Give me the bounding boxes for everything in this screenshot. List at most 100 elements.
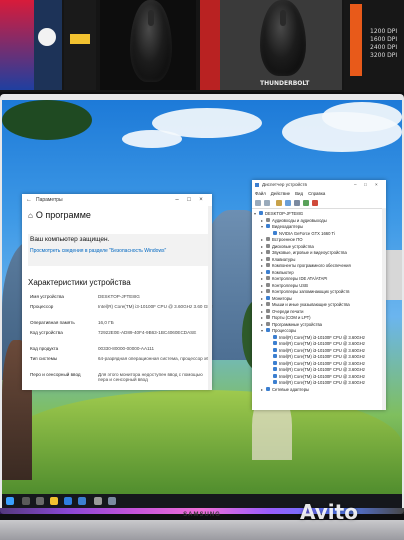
menu-file[interactable]: Файл bbox=[255, 191, 266, 196]
device-icon bbox=[266, 295, 270, 300]
device-label: DESKTOP-JFTE8IG bbox=[265, 211, 304, 216]
device-icon bbox=[266, 269, 270, 274]
device-icon bbox=[266, 386, 270, 391]
device-icon bbox=[266, 289, 270, 294]
device-icon bbox=[259, 211, 263, 216]
spec-value: 16,0 ГБ bbox=[98, 320, 114, 325]
device-label: Порты (COM и LPT) bbox=[272, 315, 311, 320]
device-icon bbox=[266, 276, 270, 281]
help-icon[interactable] bbox=[285, 200, 291, 206]
protection-panel: Ваш компьютер защищен. Просмотреть сведе… bbox=[28, 234, 212, 266]
device-icon bbox=[273, 354, 277, 359]
menu-action[interactable]: Действие bbox=[271, 191, 290, 196]
spec-key: Перо и сенсорный ввод bbox=[30, 372, 81, 377]
menu-help[interactable]: Справка bbox=[308, 191, 325, 196]
mouse-display-1 bbox=[100, 0, 196, 90]
maximize-button[interactable]: □ bbox=[364, 180, 367, 190]
start-button-icon[interactable] bbox=[6, 497, 14, 505]
edge-icon[interactable] bbox=[64, 497, 72, 505]
device-icon bbox=[273, 373, 277, 378]
device-label: Intel(R) Core(TM) i3-10100F CPU @ 3.60GH… bbox=[279, 341, 365, 346]
device-label: Intel(R) Core(TM) i3-10100F CPU @ 3.60GH… bbox=[279, 354, 365, 359]
device-label: Встроенное ПО bbox=[272, 237, 303, 242]
spec-key: Оперативная память bbox=[30, 320, 75, 325]
device-label: Видеоадаптеры bbox=[272, 224, 304, 229]
orange-stripe bbox=[350, 4, 362, 76]
spec-key: Процессор bbox=[30, 304, 54, 309]
device-icon bbox=[266, 308, 270, 313]
search-icon[interactable] bbox=[22, 497, 30, 505]
device-icon bbox=[273, 230, 277, 235]
device-label: Компьютер bbox=[272, 269, 294, 275]
device-label: Процессоры bbox=[272, 328, 297, 333]
cloud bbox=[122, 130, 182, 148]
device-icon bbox=[266, 256, 270, 261]
spec-key: Имя устройства bbox=[30, 294, 64, 299]
device-manager-title: Диспетчер устройств bbox=[262, 182, 307, 187]
file-explorer-icon[interactable] bbox=[50, 497, 58, 505]
settings-title: Параметры bbox=[36, 197, 63, 203]
device-icon bbox=[266, 217, 270, 222]
gaming-mouse-1 bbox=[130, 0, 172, 82]
security-link[interactable]: Просмотреть сведения в разделе "Безопасн… bbox=[30, 248, 180, 254]
device-tree: ▾ DESKTOP-JFTE8IG ▸ Аудиовходы и аудиовыход… bbox=[254, 211, 382, 393]
gaming-mouse-2 bbox=[260, 0, 306, 76]
back-icon[interactable] bbox=[255, 200, 261, 206]
device-icon bbox=[273, 334, 277, 339]
spec-key: Тип системы bbox=[30, 356, 58, 361]
mouse-box-right: 1200 DPI 1600 DPI 2400 DPI 3200 DPI bbox=[344, 0, 404, 90]
scrollbar[interactable] bbox=[208, 206, 212, 390]
device-label: Intel(R) Core(TM) i3-10100F CPU @ 3.60GH… bbox=[279, 360, 365, 366]
device-icon bbox=[266, 263, 270, 268]
device-manager-window[interactable]: Диспетчер устройств – □ × Файл Действие Ви… bbox=[252, 180, 386, 410]
device-icon bbox=[273, 380, 277, 385]
dpi-spec-4: 3200 DPI bbox=[370, 52, 398, 59]
store-shelf: THUNDERBOLT 1200 DPI 1600 DPI 2400 DPI 3… bbox=[0, 0, 404, 92]
minimize-button[interactable]: – bbox=[172, 194, 182, 206]
settings-titlebar[interactable]: ← Параметры – □ × bbox=[22, 194, 212, 206]
store-icon[interactable] bbox=[78, 497, 86, 505]
maximize-button[interactable]: □ bbox=[184, 194, 194, 206]
specs-heading: Характеристики устройства bbox=[28, 278, 131, 287]
device-icon bbox=[273, 367, 277, 372]
settings-taskbar-icon[interactable] bbox=[94, 497, 102, 505]
scrollbar[interactable] bbox=[382, 208, 386, 410]
spec-key: Код устройства bbox=[30, 330, 63, 335]
settings-window[interactable]: ← Параметры – □ × ⌂ О программе Ваш компь… bbox=[22, 194, 213, 390]
mouse-box-dark bbox=[64, 0, 96, 90]
back-arrow-icon[interactable]: ← bbox=[26, 194, 32, 206]
device-label: Intel(R) Core(TM) i3-10100F CPU @ 3.60GH… bbox=[279, 347, 365, 353]
home-icon[interactable]: ⌂ bbox=[28, 211, 33, 220]
spec-value: 00330-80000-00000-AA111 bbox=[98, 346, 155, 351]
properties-icon[interactable] bbox=[276, 200, 282, 206]
close-button[interactable]: × bbox=[196, 194, 206, 206]
device-label: Intel(R) Core(TM) i3-10100F CPU @ 3.60GH… bbox=[279, 373, 365, 379]
device-icon bbox=[273, 341, 277, 346]
device-category[interactable]: ▸ Сетевые адаптеры bbox=[254, 387, 382, 394]
mouse-box-red bbox=[200, 0, 220, 90]
dpi-spec-1: 1200 DPI bbox=[370, 28, 398, 35]
device-icon bbox=[266, 315, 270, 320]
protection-status: Ваш компьютер защищен. bbox=[30, 236, 110, 243]
device-label: Intel(R) Core(TM) i3-10100F CPU @ 3.60GH… bbox=[279, 367, 365, 372]
device-label: Аудиовходы и аудиовыходы bbox=[272, 217, 327, 223]
device-icon bbox=[266, 321, 270, 326]
device-icon bbox=[273, 360, 277, 365]
device-label: NVIDIA GeForce GTX 1660 Ti bbox=[279, 230, 335, 236]
update-driver-icon[interactable] bbox=[303, 200, 309, 206]
forward-icon[interactable] bbox=[264, 200, 270, 206]
device-manager-titlebar[interactable]: Диспетчер устройств – □ × bbox=[252, 180, 386, 190]
menu-view[interactable]: Вид bbox=[295, 191, 303, 196]
mouse-display-2: THUNDERBOLT bbox=[220, 0, 342, 90]
task-view-icon[interactable] bbox=[36, 497, 44, 505]
device-manager-taskbar-icon[interactable] bbox=[108, 497, 116, 505]
close-button[interactable]: × bbox=[375, 180, 378, 190]
minimize-button[interactable]: – bbox=[354, 180, 357, 190]
device-icon bbox=[266, 243, 270, 248]
uninstall-icon[interactable] bbox=[312, 200, 318, 206]
spec-value: Intel(R) Core(TM) i3-10100F CPU @ 3.60GH… bbox=[98, 304, 213, 309]
spec-key: Код продукта bbox=[30, 346, 59, 351]
scan-hardware-icon[interactable] bbox=[294, 200, 300, 206]
device-label: Очереди печати bbox=[272, 308, 304, 314]
device-label: Мониторы bbox=[272, 295, 293, 301]
